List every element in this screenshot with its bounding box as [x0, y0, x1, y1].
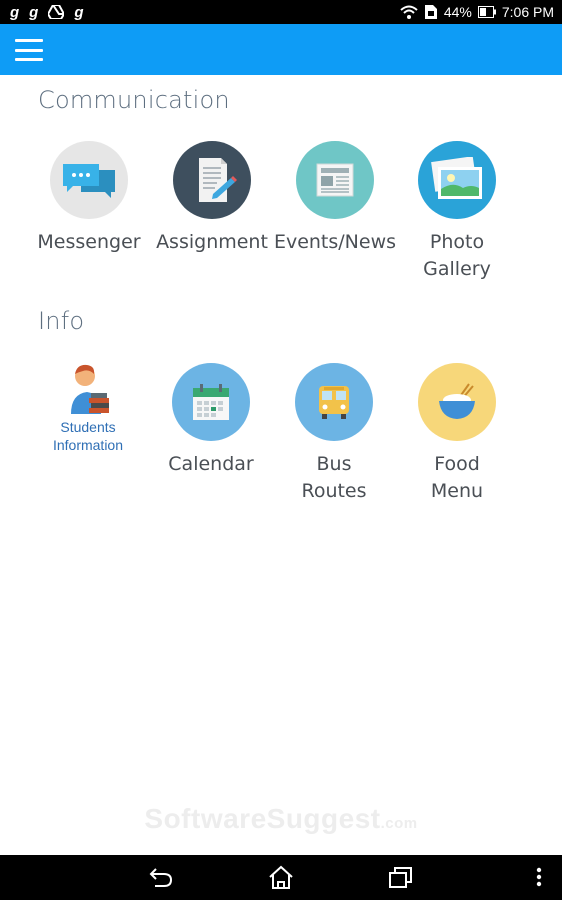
- sim-card-icon: [424, 5, 437, 19]
- watermark: SoftwareSuggest.com: [0, 803, 562, 835]
- tile-label: Messenger: [37, 231, 141, 253]
- battery-icon: [477, 6, 496, 18]
- tile-label: Assignment: [156, 231, 268, 253]
- home-icon[interactable]: [266, 863, 296, 891]
- navigation-bar: [0, 855, 562, 900]
- tile-label: Calendar: [168, 453, 254, 475]
- battery-percent: 44%: [443, 4, 472, 20]
- tile-label-line: Gallery: [423, 258, 491, 280]
- bus-icon: [295, 363, 373, 441]
- notification-g-icon: g: [10, 3, 20, 21]
- chat-bubbles-icon: [50, 141, 128, 219]
- tile-label: Events/News: [273, 231, 397, 253]
- tile-calendar[interactable]: Calendar: [146, 363, 276, 478]
- tile-label: Photo Gallery: [392, 229, 522, 283]
- tile-students-information[interactable]: Students Information: [23, 362, 153, 454]
- tile-label: Food Menu: [392, 451, 522, 505]
- document-pencil-icon: [173, 141, 251, 219]
- notification-icons: g g g: [10, 4, 84, 21]
- calendar-icon: [172, 363, 250, 441]
- more-vert-icon[interactable]: [524, 863, 554, 891]
- tile-label-line: Routes: [301, 480, 367, 502]
- tile-events-news[interactable]: Events/News: [270, 141, 400, 256]
- tile-label: Students Information: [23, 418, 153, 454]
- tile-label-line: Students: [60, 419, 116, 435]
- tile-bus-routes[interactable]: Bus Routes: [269, 363, 399, 505]
- tile-label: Bus Routes: [269, 451, 399, 505]
- drive-icon: [48, 5, 65, 19]
- tile-food-menu[interactable]: Food Menu: [392, 363, 522, 505]
- recents-icon[interactable]: [386, 863, 416, 891]
- back-icon[interactable]: [146, 863, 176, 891]
- tile-label-line: Bus: [316, 453, 352, 475]
- clock: 7:06 PM: [501, 4, 554, 20]
- tile-label-line: Food: [434, 453, 480, 475]
- app-bar: [0, 24, 562, 75]
- tile-label-line: Photo: [429, 231, 485, 253]
- section-title-info: Info: [38, 307, 85, 335]
- section-title-communication: Communication: [38, 86, 230, 114]
- watermark-suffix: .com: [380, 815, 418, 832]
- tile-label-line: Information: [52, 437, 124, 453]
- notification-g-icon: g: [29, 3, 39, 21]
- photos-icon: [418, 141, 496, 219]
- watermark-text: SoftwareSuggest: [144, 803, 381, 834]
- tile-label-line: Menu: [430, 480, 484, 502]
- tile-photo-gallery[interactable]: Photo Gallery: [392, 141, 522, 283]
- system-status: 44% 7:06 PM: [400, 4, 554, 20]
- tile-assignment[interactable]: Assignment: [147, 141, 277, 256]
- newspaper-icon: [296, 141, 374, 219]
- tile-messenger[interactable]: Messenger: [24, 141, 154, 256]
- student-books-icon: [49, 362, 127, 416]
- food-bowl-icon: [418, 363, 496, 441]
- wifi-icon: [400, 5, 418, 19]
- notification-g-icon: g: [74, 3, 84, 21]
- hamburger-icon[interactable]: [12, 36, 46, 64]
- status-bar: g g g 44% 7:06 PM: [0, 0, 562, 24]
